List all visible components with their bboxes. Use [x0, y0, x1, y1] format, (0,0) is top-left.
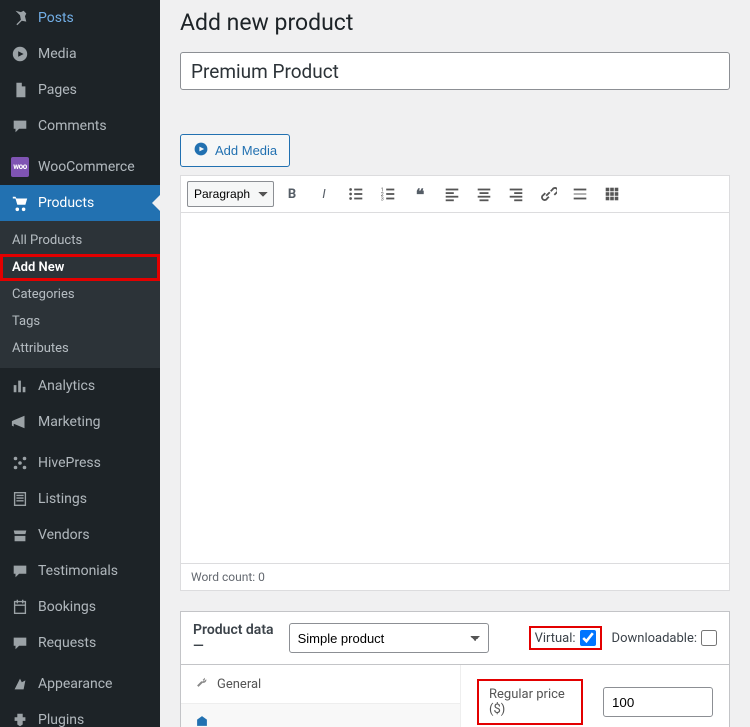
sidebar-item-label: Comments [38, 117, 107, 135]
sidebar-item-woocommerce[interactable]: woo WooCommerce [0, 149, 160, 185]
requests-icon [10, 633, 30, 653]
product-data-heading: Product data — [193, 622, 279, 654]
media-icon [10, 44, 30, 64]
sidebar-item-label: Plugins [38, 711, 84, 727]
editor-textarea[interactable] [181, 213, 729, 563]
sidebar-item-label: Pages [38, 81, 77, 99]
downloadable-checkbox-wrap: Downloadable: [612, 630, 717, 646]
plugins-icon [10, 710, 30, 727]
hivepress-icon [10, 453, 30, 473]
italic-button[interactable]: I [310, 180, 338, 208]
admin-sidebar: Posts Media Pages Comments woo WooCommer… [0, 0, 160, 727]
blockquote-button[interactable]: ❝ [406, 180, 434, 208]
inventory-icon [195, 714, 209, 727]
product-data-body: General Regular price ($) [181, 665, 729, 727]
sidebar-item-label: Posts [38, 9, 74, 27]
sidebar-item-pages[interactable]: Pages [0, 72, 160, 108]
sidebar-item-label: WooCommerce [38, 158, 135, 176]
bulleted-list-button[interactable] [342, 180, 370, 208]
wrench-icon [195, 675, 209, 693]
sidebar-item-label: Requests [38, 634, 96, 652]
product-data-header: Product data — Simple product Virtual: D… [181, 612, 729, 665]
editor-toolbar: Paragraph B I 123 ❝ [181, 176, 729, 213]
sidebar-item-label: Analytics [38, 377, 95, 395]
sidebar-item-comments[interactable]: Comments [0, 108, 160, 144]
virtual-checkbox-wrap: Virtual: [529, 626, 602, 650]
svg-text:3: 3 [381, 196, 384, 202]
sidebar-item-media[interactable]: Media [0, 36, 160, 72]
sidebar-item-label: Products [38, 194, 94, 212]
sidebar-item-label: HivePress [38, 454, 101, 472]
sidebar-item-listings[interactable]: Listings [0, 481, 160, 517]
regular-price-row: Regular price ($) [477, 679, 713, 725]
product-data-box: Product data — Simple product Virtual: D… [180, 611, 730, 727]
sidebar-item-marketing[interactable]: Marketing [0, 404, 160, 440]
link-button[interactable] [534, 180, 562, 208]
regular-price-input[interactable] [603, 687, 713, 717]
virtual-checkbox[interactable] [580, 630, 596, 646]
sidebar-item-plugins[interactable]: Plugins [0, 702, 160, 727]
format-select[interactable]: Paragraph [187, 181, 274, 207]
products-icon [10, 193, 30, 213]
sidebar-item-label: Media [38, 45, 77, 63]
appearance-icon [10, 674, 30, 694]
sidebar-item-label: Marketing [38, 413, 101, 431]
downloadable-checkbox[interactable] [701, 630, 717, 646]
sidebar-item-bookings[interactable]: Bookings [0, 589, 160, 625]
add-media-button[interactable]: Add Media [180, 134, 290, 167]
sidebar-item-analytics[interactable]: Analytics [0, 368, 160, 404]
analytics-icon [10, 376, 30, 396]
tab-inventory[interactable] [181, 704, 460, 727]
sidebar-item-vendors[interactable]: Vendors [0, 517, 160, 553]
tab-general-label: General [217, 677, 261, 692]
product-type-select[interactable]: Simple product [289, 623, 489, 653]
sidebar-item-label: Listings [38, 490, 87, 508]
sidebar-item-appearance[interactable]: Appearance [0, 666, 160, 702]
virtual-label: Virtual: [535, 631, 576, 646]
sidebar-item-products[interactable]: Products [0, 185, 160, 221]
sidebar-item-requests[interactable]: Requests [0, 625, 160, 661]
product-title-input[interactable] [180, 52, 730, 90]
sidebar-item-label: Testimonials [38, 562, 118, 580]
numbered-list-button[interactable]: 123 [374, 180, 402, 208]
product-data-tabs: General [181, 665, 461, 727]
bookings-icon [10, 597, 30, 617]
toolbar-toggle-button[interactable] [598, 180, 626, 208]
submenu-add-new[interactable]: Add New [0, 254, 160, 281]
sidebar-item-label: Bookings [38, 598, 96, 616]
page-title: Add new product [180, 0, 730, 40]
align-right-button[interactable] [502, 180, 530, 208]
media-icon [193, 141, 209, 160]
align-center-button[interactable] [470, 180, 498, 208]
products-submenu: All Products Add New Categories Tags Att… [0, 221, 160, 368]
submenu-all-products[interactable]: All Products [0, 227, 160, 254]
align-left-button[interactable] [438, 180, 466, 208]
sidebar-item-label: Appearance [38, 675, 112, 693]
editor-box: Paragraph B I 123 ❝ Word count: 0 [180, 175, 730, 591]
vendors-icon [10, 525, 30, 545]
sidebar-item-label: Vendors [38, 526, 90, 544]
add-media-label: Add Media [215, 143, 277, 158]
comment-icon [10, 116, 30, 136]
main-content: Add new product Add Media Paragraph B I … [160, 0, 750, 727]
bold-button[interactable]: B [278, 180, 306, 208]
product-data-content: Regular price ($) [461, 665, 729, 727]
woocommerce-icon: woo [10, 157, 30, 177]
testimonials-icon [10, 561, 30, 581]
downloadable-label: Downloadable: [612, 631, 697, 646]
pages-icon [10, 80, 30, 100]
sidebar-item-posts[interactable]: Posts [0, 0, 160, 36]
insert-more-button[interactable] [566, 180, 594, 208]
word-count: Word count: 0 [181, 563, 729, 590]
sidebar-item-hivepress[interactable]: HivePress [0, 445, 160, 481]
pushpin-icon [10, 8, 30, 28]
marketing-icon [10, 412, 30, 432]
submenu-attributes[interactable]: Attributes [0, 335, 160, 362]
regular-price-label: Regular price ($) [477, 679, 583, 725]
sidebar-item-testimonials[interactable]: Testimonials [0, 553, 160, 589]
tab-general[interactable]: General [181, 665, 460, 704]
submenu-categories[interactable]: Categories [0, 281, 160, 308]
submenu-tags[interactable]: Tags [0, 308, 160, 335]
listings-icon [10, 489, 30, 509]
